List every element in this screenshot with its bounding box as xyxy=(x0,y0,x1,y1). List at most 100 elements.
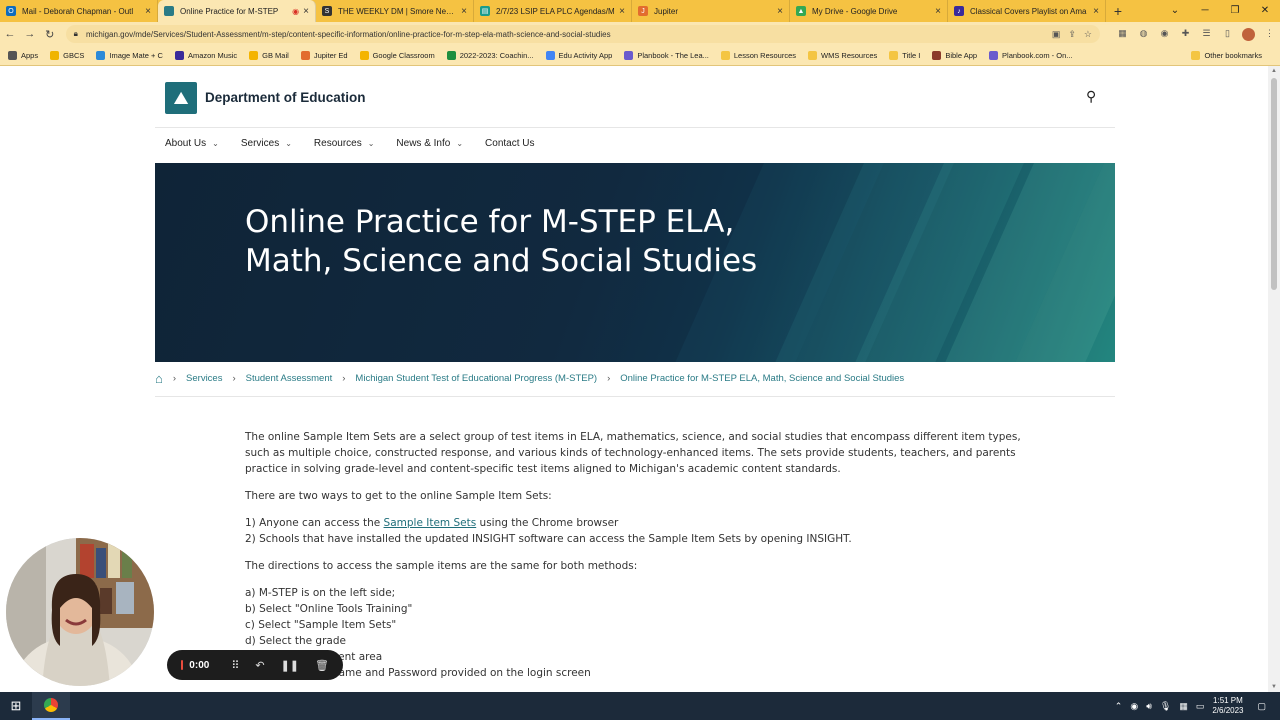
close-window-button[interactable]: ✕ xyxy=(1250,0,1280,22)
tab-favicon-icon: J xyxy=(638,6,648,16)
direction-step: e) Select the content area xyxy=(245,651,383,663)
close-tab-icon[interactable]: × xyxy=(145,6,151,17)
microphone-icon[interactable]: 🎙︎ xyxy=(1160,701,1171,712)
forward-button[interactable]: → xyxy=(20,28,40,40)
chevron-right-icon: › xyxy=(232,373,236,384)
search-icon[interactable]: ⚲ xyxy=(1086,88,1096,105)
side-panel-icon[interactable]: ▯ xyxy=(1217,28,1238,41)
trash-icon[interactable]: 🗑︎ xyxy=(315,659,329,672)
bookmark-item[interactable]: Edu Activity App xyxy=(545,51,612,60)
lock-icon[interactable]: 🔒︎ xyxy=(74,29,78,39)
extension-icon[interactable]: ▦ xyxy=(1112,28,1133,41)
scroll-up-arrow[interactable]: ▲ xyxy=(1268,68,1280,74)
michigan-logo-icon[interactable]: ⛰︎ xyxy=(165,82,197,114)
nav-item-about-us[interactable]: About Us ⌄ xyxy=(165,138,219,149)
bookmark-item[interactable]: Title I xyxy=(889,51,920,60)
menu-icon[interactable]: ⋮ xyxy=(1259,28,1280,41)
sample-item-sets-link[interactable]: Sample Item Sets xyxy=(384,517,477,529)
share-icon[interactable]: ⇪ xyxy=(1068,29,1076,40)
bookmark-item[interactable]: Image Mate + C xyxy=(96,51,163,60)
bookmark-item[interactable]: Google Classroom xyxy=(359,51,435,60)
extension-icon[interactable]: ◉ xyxy=(1154,28,1175,41)
address-bar[interactable]: 🔒︎ michigan.gov/mde/Services/Student-Ass… xyxy=(65,25,1100,43)
bookmark-item[interactable]: Planbook.com - On... xyxy=(989,51,1073,60)
way-1: 1) Anyone can access the Sample Item Set… xyxy=(245,517,619,529)
other-bookmarks[interactable]: Other bookmarks xyxy=(1191,51,1262,60)
nav-item-services[interactable]: Services ⌄ xyxy=(241,138,292,149)
system-clock[interactable]: 1:51 PM 2/6/2023 xyxy=(1212,696,1243,716)
notifications-icon[interactable]: ▢ xyxy=(1257,701,1266,712)
close-tab-icon[interactable]: × xyxy=(935,6,941,17)
close-tab-icon[interactable]: × xyxy=(619,6,625,17)
nav-item-resources[interactable]: Resources ⌄ xyxy=(314,138,375,149)
taskbar-chrome-icon[interactable] xyxy=(32,692,70,720)
browser-tab[interactable]: O Mail - Deborah Chapman - Outl × xyxy=(0,0,158,22)
system-tray: ⌃ ◉ 🔊︎ 🎙︎ ▦ ▭ 1:51 PM 2/6/2023 ▢ xyxy=(1115,692,1274,720)
browser-tab[interactable]: S THE WEEKLY DM | Smore Newsl × xyxy=(316,0,474,22)
chrome-tray-icon[interactable]: ◉ xyxy=(1130,701,1138,712)
browser-tab[interactable]: J Jupiter × xyxy=(632,0,790,22)
network-icon[interactable]: ▦ xyxy=(1179,701,1188,712)
browser-tab[interactable]: ▤ 2/7/23 LSIP ELA PLC Agendas/M × xyxy=(474,0,632,22)
close-tab-icon[interactable]: × xyxy=(777,6,783,17)
breadcrumb-link[interactable]: Online Practice for M-STEP ELA, Math, Sc… xyxy=(620,373,904,384)
close-tab-icon[interactable]: × xyxy=(303,6,309,17)
scroll-down-arrow[interactable]: ▼ xyxy=(1268,684,1280,690)
reload-button[interactable]: ↻ xyxy=(40,28,60,41)
chevron-up-icon[interactable]: ⌃ xyxy=(1115,701,1123,712)
minimize-button[interactable]: ─ xyxy=(1190,0,1220,22)
windows-start-icon[interactable]: ⊞ xyxy=(0,698,32,714)
pause-icon[interactable]: ❚❚ xyxy=(281,659,299,672)
browser-tab[interactable]: Online Practice for M-STEP ◉ × xyxy=(158,0,316,22)
bookmark-item[interactable]: GBCS xyxy=(50,51,84,60)
bookmark-item[interactable]: Bible App xyxy=(932,51,977,60)
camera-icon[interactable]: ▣ xyxy=(1052,29,1061,40)
bookmark-item[interactable]: 2022-2023: Coachin... xyxy=(446,51,534,60)
breadcrumb-link[interactable]: Michigan Student Test of Educational Pro… xyxy=(355,373,597,384)
breadcrumb-link[interactable]: Services xyxy=(186,373,222,384)
bookmark-star-icon[interactable]: ☆ xyxy=(1084,29,1092,40)
bookmark-label: GBCS xyxy=(63,51,85,60)
bookmark-item[interactable]: WMS Resources xyxy=(808,51,877,60)
browser-tab[interactable]: ▲ My Drive - Google Drive × xyxy=(790,0,948,22)
profile-avatar[interactable] xyxy=(1238,27,1259,41)
webcam-overlay[interactable] xyxy=(6,538,154,686)
address-url[interactable]: michigan.gov/mde/Services/Student-Assess… xyxy=(86,30,1044,39)
tab-search-icon[interactable]: ⌄ xyxy=(1160,0,1190,22)
bookmark-item[interactable]: Lesson Resources xyxy=(720,51,796,60)
puzzle-icon[interactable]: ✚ xyxy=(1175,28,1196,41)
chevron-right-icon: › xyxy=(172,373,177,384)
undo-icon[interactable]: ↶ xyxy=(255,659,264,672)
nav-item-contact-us[interactable]: Contact Us xyxy=(485,138,534,149)
grid-icon[interactable]: ⠿ xyxy=(231,659,239,672)
close-tab-icon[interactable]: × xyxy=(1093,6,1099,17)
battery-icon[interactable]: ▭ xyxy=(1196,701,1205,712)
bookmark-item[interactable]: Planbook - The Lea... xyxy=(624,51,709,60)
bookmark-item[interactable]: Amazon Music xyxy=(174,51,238,60)
scrollbar-thumb[interactable] xyxy=(1271,78,1277,290)
stop-recording-button[interactable] xyxy=(181,660,184,670)
chevron-down-icon: ⌄ xyxy=(285,139,292,148)
tab-favicon-icon: ▲ xyxy=(796,6,806,16)
extension-icon[interactable]: ◍ xyxy=(1133,28,1154,41)
site-name[interactable]: Department of Education xyxy=(205,90,366,105)
tab-title: Classical Covers Playlist on Ama xyxy=(970,6,1087,16)
nav-item-news-info[interactable]: News & Info ⌄ xyxy=(396,138,463,149)
nav-item-label: Contact Us xyxy=(485,138,535,149)
speaker-icon[interactable]: 🔊︎ xyxy=(1146,701,1152,712)
bookmark-item[interactable]: GB Mail xyxy=(249,51,289,60)
restore-button[interactable]: ❐ xyxy=(1220,0,1250,22)
reading-list-icon[interactable]: ☰ xyxy=(1196,28,1217,41)
home-icon[interactable]: ⌂ xyxy=(155,371,163,386)
breadcrumb-link[interactable]: Student Assessment xyxy=(246,373,333,384)
page-scrollbar[interactable]: ▲ ▼ xyxy=(1268,66,1280,692)
browser-tab[interactable]: ♪ Classical Covers Playlist on Ama × xyxy=(948,0,1106,22)
tab-favicon-icon xyxy=(164,6,174,16)
back-button[interactable]: ← xyxy=(0,28,20,40)
new-tab-button[interactable]: + xyxy=(1106,0,1130,22)
bookmark-label: Amazon Music xyxy=(187,51,238,60)
bookmark-label: GB Mail xyxy=(262,51,289,60)
bookmark-item[interactable]: Apps xyxy=(8,51,38,60)
close-tab-icon[interactable]: × xyxy=(461,6,467,17)
bookmark-item[interactable]: Jupiter Ed xyxy=(300,51,348,60)
